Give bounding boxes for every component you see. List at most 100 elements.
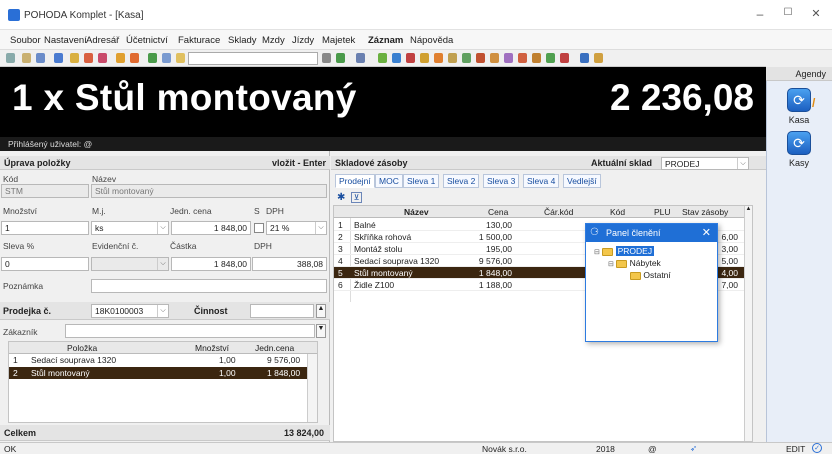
mj-select[interactable]: ks ⌵ — [91, 221, 169, 235]
cinnost-field[interactable] — [250, 304, 314, 318]
toolbar-percent-icon[interactable] — [148, 53, 157, 63]
toolbar-book-icon[interactable] — [518, 53, 527, 63]
toolbar-dropdown-icon[interactable] — [322, 53, 331, 63]
toolbar-new-icon[interactable] — [70, 53, 79, 63]
close-button[interactable]: ✕ — [808, 7, 824, 20]
sleva-field[interactable]: 0 — [1, 257, 89, 271]
menu-fakturace[interactable]: Fakturace — [178, 35, 220, 46]
tab-sleva-4[interactable]: Sleva 4 — [523, 174, 560, 188]
toolbar-disk-icon[interactable] — [54, 53, 63, 63]
tab-prodejni[interactable]: Prodejní — [335, 174, 375, 188]
toolbar-doc-icon[interactable] — [448, 53, 457, 63]
col-stav[interactable]: Stav zásoby — [682, 207, 728, 217]
menu-mzdy[interactable]: Mzdy — [262, 35, 285, 46]
col-car-kod[interactable]: Čár.kód — [544, 207, 573, 217]
s-checkbox[interactable] — [254, 223, 264, 233]
toolbar-refresh-icon[interactable] — [336, 53, 345, 63]
kasy-icon[interactable]: ⟳ — [787, 131, 811, 155]
toolbar-flag-icon[interactable] — [560, 53, 569, 63]
star-icon[interactable]: ✱ — [337, 192, 345, 203]
toolbar-tool-icon[interactable] — [434, 53, 443, 63]
toolbar-cut-icon[interactable] — [116, 53, 125, 63]
toolbar-hint-icon[interactable] — [594, 53, 603, 63]
tab-sleva-1[interactable]: Sleva 1 — [403, 174, 440, 188]
toolbar-query-icon[interactable] — [356, 53, 365, 63]
receipt-row[interactable]: 2 Stůl montovaný 1,00 1 848,00 — [9, 367, 307, 379]
collapse-icon[interactable]: ⊟ — [594, 249, 600, 256]
menu-sklady[interactable]: Sklady — [228, 35, 257, 46]
toolbar-bag-icon[interactable] — [532, 53, 541, 63]
chevron-down-icon[interactable]: ⌵ — [315, 222, 326, 234]
toolbar-red-icon[interactable] — [476, 53, 485, 63]
chevron-down-icon[interactable]: ⌵ — [157, 305, 168, 317]
tree-grandchild-label[interactable]: Ostatní — [643, 270, 670, 280]
menu-adresar[interactable]: Adresář — [86, 35, 119, 46]
scroll-up-icon[interactable]: ▲ — [745, 206, 752, 212]
toolbar-purple-icon[interactable] — [504, 53, 513, 63]
tab-sleva-3[interactable]: Sleva 3 — [483, 174, 520, 188]
maximize-button[interactable]: ☐ — [780, 7, 796, 18]
mnozstvi-field[interactable]: 1 — [1, 221, 89, 235]
agendy-kasa-label[interactable]: Kasa — [766, 115, 832, 125]
toolbar-save-icon[interactable] — [6, 53, 15, 63]
tab-vedlejsi[interactable]: Vedlejší — [563, 174, 601, 188]
col-cena[interactable]: Cena — [488, 207, 508, 217]
toolbar-filter-icon[interactable] — [162, 53, 171, 63]
col-mnozstvi[interactable]: Množství — [195, 343, 229, 353]
menu-soubor[interactable]: Soubor — [10, 35, 41, 46]
toolbar-stop-icon[interactable] — [406, 53, 415, 63]
minimize-button[interactable]: – — [752, 7, 768, 21]
filter-icon[interactable]: ⊻ — [351, 192, 362, 203]
col-nazev[interactable]: Název — [404, 207, 429, 217]
toolbar-preview-icon[interactable] — [36, 53, 45, 63]
menu-jizdy[interactable]: Jízdy — [292, 35, 314, 46]
chevron-down-icon[interactable]: ⌵ — [157, 258, 168, 270]
collapse-icon[interactable]: ⊟ — [608, 261, 614, 268]
menu-nastaveni[interactable]: Nastavení — [44, 35, 87, 46]
toolbar-ok-icon[interactable] — [378, 53, 387, 63]
castka-field[interactable]: 1 848,00 — [171, 257, 251, 271]
col-plu[interactable]: PLU — [654, 207, 671, 217]
chevron-down-icon[interactable]: ⌵ — [157, 222, 168, 234]
toolbar-copy-icon[interactable] — [98, 53, 107, 63]
menu-napoveda[interactable]: Nápověda — [410, 35, 453, 46]
evid-select[interactable]: ⌵ — [91, 257, 169, 271]
tab-sleva-2[interactable]: Sleva 2 — [443, 174, 480, 188]
toolbar-print-icon[interactable] — [22, 53, 31, 63]
agendy-kasy-label[interactable]: Kasy — [766, 158, 832, 168]
toolbar-orange-icon[interactable] — [490, 53, 499, 63]
dph-select[interactable]: 21 % ⌵ — [266, 221, 327, 235]
receipt-row[interactable]: 1 Sedací souprava 1320 1,00 9 576,00 — [9, 355, 307, 366]
close-icon[interactable]: ✕ — [702, 226, 711, 239]
col-polozka[interactable]: Položka — [67, 343, 97, 353]
tab-moc[interactable]: MOC — [375, 174, 403, 188]
toolbar-search-input[interactable] — [188, 52, 318, 65]
toolbar-highlight-icon[interactable] — [420, 53, 429, 63]
prodejka-select[interactable]: 18K0100003 ⌵ — [91, 304, 169, 318]
menu-zaznam[interactable]: Záznam — [368, 35, 403, 46]
menu-majetek[interactable]: Majetek — [322, 35, 355, 46]
toolbar-info-icon[interactable] — [392, 53, 401, 63]
toolbar-green-icon[interactable] — [462, 53, 471, 63]
zakaznik-field[interactable] — [65, 324, 315, 338]
check-icon[interactable]: ✓ — [812, 443, 822, 453]
col-kod[interactable]: Kód — [610, 207, 625, 217]
tree-child-label[interactable]: Nábytek — [630, 258, 661, 268]
tree-root-label[interactable]: PRODEJ — [615, 246, 655, 256]
cinnost-scroll-icon[interactable]: ▲ — [316, 304, 326, 318]
receipt-scrollbar[interactable] — [307, 354, 317, 422]
tree-grandchild[interactable]: Ostatní — [630, 270, 671, 280]
tree-root[interactable]: ⊟ PRODEJ — [594, 246, 655, 256]
toolbar-help-icon[interactable] — [580, 53, 589, 63]
insert-hint[interactable]: vložit - Enter — [272, 158, 326, 168]
dph-value-field[interactable]: 388,08 — [252, 257, 327, 271]
chevron-down-icon[interactable]: ⌵ — [737, 158, 748, 169]
toolbar-paste-icon[interactable] — [130, 53, 139, 63]
stock-scrollbar[interactable]: ▲ — [744, 206, 752, 441]
nazev-field[interactable]: Stůl montovaný — [91, 184, 327, 198]
zakaznik-scroll-icon[interactable]: ▼ — [316, 324, 326, 338]
kod-field[interactable]: STM — [1, 184, 89, 198]
jedn-cena-field[interactable]: 1 848,00 — [171, 221, 251, 235]
toolbar-money-icon[interactable] — [546, 53, 555, 63]
menu-ucetnictvi[interactable]: Účetnictví — [126, 35, 168, 46]
